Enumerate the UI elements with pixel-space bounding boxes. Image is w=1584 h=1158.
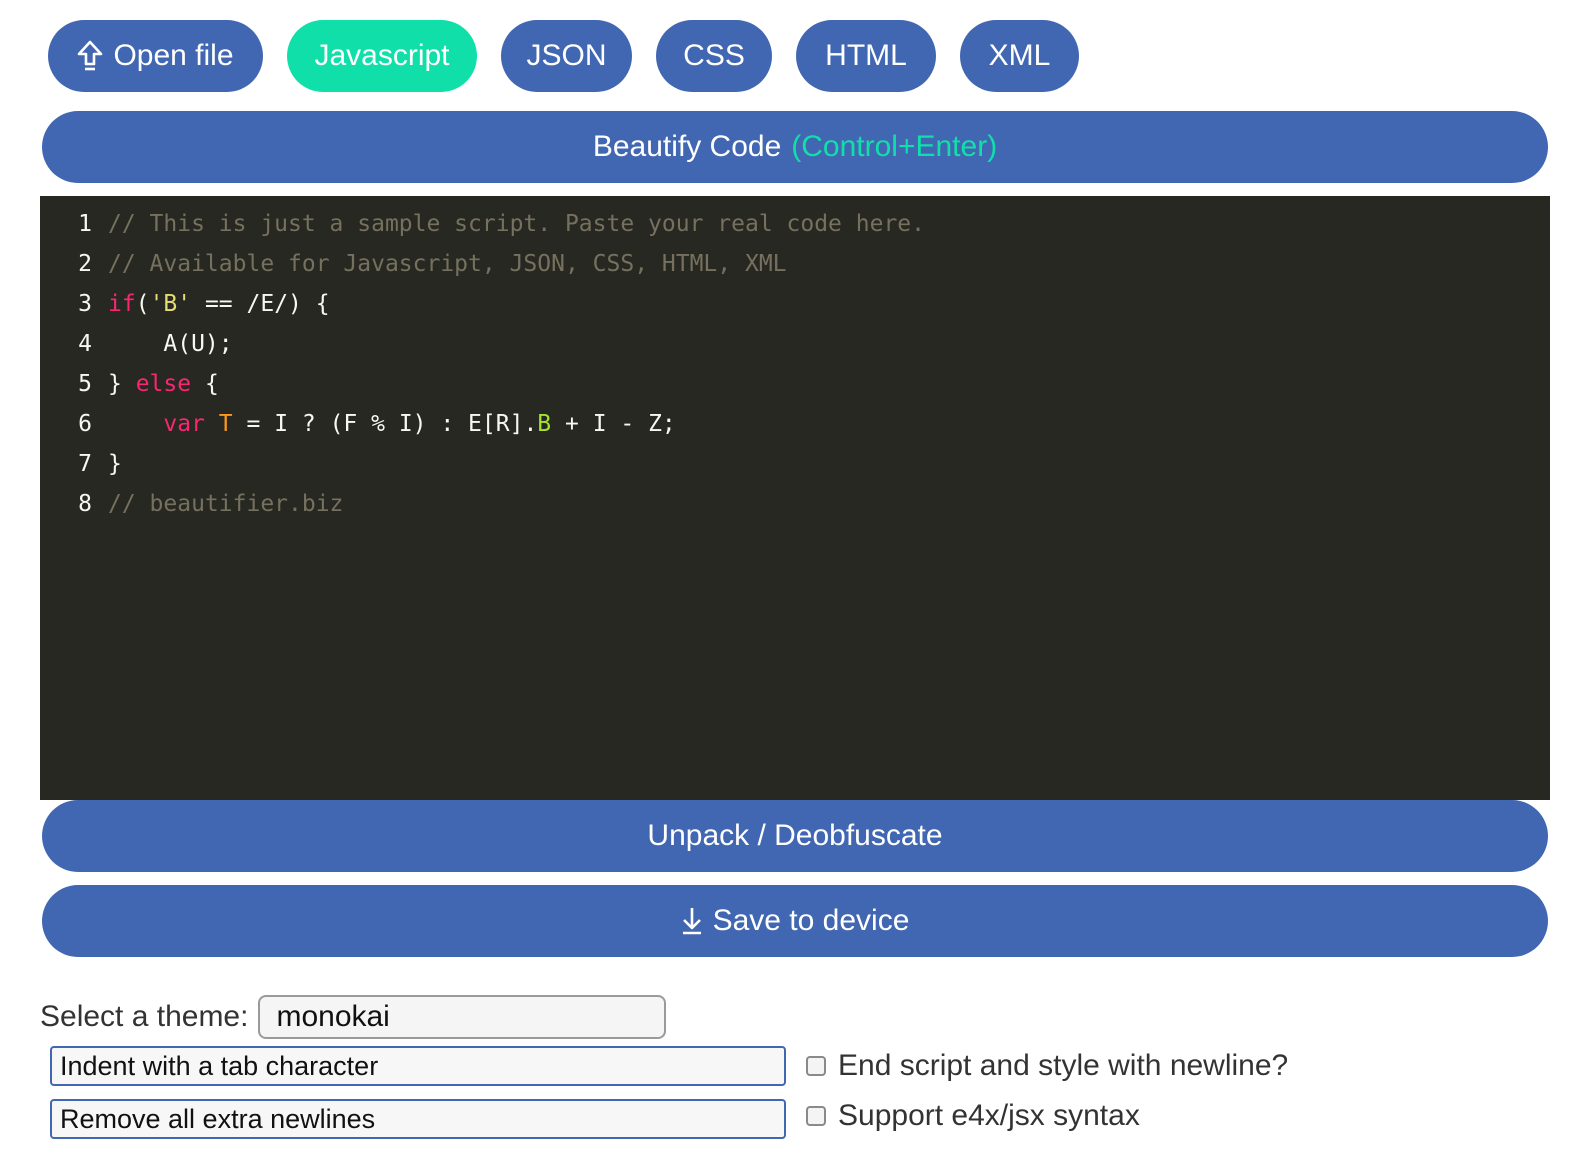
download-icon [681,906,703,936]
end-newline-option: End script and style with newline? [806,1046,1288,1086]
beautify-button[interactable]: Beautify Code (Control+Enter) [42,111,1548,183]
newlines-value: Remove all extra newlines [60,1103,376,1134]
code-line: 8 // beautifier.biz [40,484,1550,524]
line-number: 3 [78,291,92,317]
code-comment: // beautifier.biz [108,491,344,517]
unpack-deobfuscate-button[interactable]: Unpack / Deobfuscate [42,800,1548,872]
line-number: 4 [78,331,92,357]
code-comment: // This is just a sample script. Paste y… [108,211,925,237]
end-newline-checkbox[interactable] [806,1056,826,1076]
theme-select[interactable]: monokai [258,995,667,1039]
theme-row: Select a theme: monokai [40,994,667,1040]
code-text: } [108,451,122,477]
line-number: 5 [78,371,92,397]
tab-xml-label: XML [988,39,1051,72]
code-line: 6 var T = I ? (F % I) : E[R].B + I - Z; [40,404,1550,444]
tab-json[interactable]: JSON [501,20,632,92]
theme-label: Select a theme: [40,1000,249,1033]
code-keyword: var [163,411,205,437]
indent-select[interactable]: Indent with a tab character [50,1046,786,1086]
code-line: 5 } else { [40,364,1550,404]
code-keyword: if [108,291,136,317]
code-property: B [537,411,552,437]
code-text: ( [135,291,150,317]
tab-html-label: HTML [825,39,907,72]
beautify-label: Beautify Code [592,130,782,163]
tab-xml[interactable]: XML [960,20,1079,92]
save-label: Save to device [712,904,910,937]
save-to-device-button[interactable]: Save to device [42,885,1548,957]
theme-value: monokai [276,1000,390,1033]
indent-value: Indent with a tab character [60,1050,379,1081]
code-content: var T = I ? (F % I) : E[R].B + I - Z; [108,404,676,444]
code-line: 2 // Available for Javascript, JSON, CSS… [40,244,1550,284]
beautifier-page: Open file Javascript JSON CSS HTML XML B… [0,0,1584,1158]
e4x-label: Support e4x/jsx syntax [838,1099,1140,1132]
code-comment: // Available for Javascript, JSON, CSS, … [108,251,787,277]
code-content: } else { [108,364,219,404]
code-line: 4 A(U); [40,324,1550,364]
end-newline-label: End script and style with newline? [838,1049,1289,1082]
line-number: 1 [78,211,92,237]
open-file-label: Open file [113,39,234,72]
code-line: 3 if('B' == /E/) { [40,284,1550,324]
line-number: 8 [78,491,92,517]
newlines-select[interactable]: Remove all extra newlines [50,1099,786,1139]
code-line: 7 } [40,444,1550,484]
code-editor[interactable]: 1 // This is just a sample script. Paste… [40,196,1550,800]
tab-javascript-label: Javascript [314,39,450,72]
code-text: } [108,371,136,397]
tab-css-label: CSS [683,39,745,72]
code-line: 1 // This is just a sample script. Paste… [40,204,1550,244]
line-number: 7 [78,451,92,477]
e4x-checkbox[interactable] [806,1106,826,1126]
code-variable: T [218,411,233,437]
code-text: = I ? (F % I) : E[R]. [232,411,538,437]
code-content: if('B' == /E/) { [108,284,330,324]
unpack-label: Unpack / Deobfuscate [647,819,943,852]
tab-javascript[interactable]: Javascript [287,20,477,92]
upload-icon [77,40,103,72]
code-text: { [191,371,219,397]
line-number: 6 [78,411,92,437]
code-text: == /E/) { [191,291,330,317]
code-text: A(U); [108,331,233,357]
tab-css[interactable]: CSS [656,20,772,92]
code-string: 'B' [149,291,192,317]
open-file-button[interactable]: Open file [48,20,263,92]
e4x-option: Support e4x/jsx syntax [806,1096,1140,1136]
code-text: + I - Z; [551,411,676,437]
line-number: 2 [78,251,92,277]
tab-html[interactable]: HTML [796,20,936,92]
code-keyword: else [135,371,192,397]
beautify-shortcut: (Control+Enter) [791,130,998,163]
tab-json-label: JSON [526,39,607,72]
